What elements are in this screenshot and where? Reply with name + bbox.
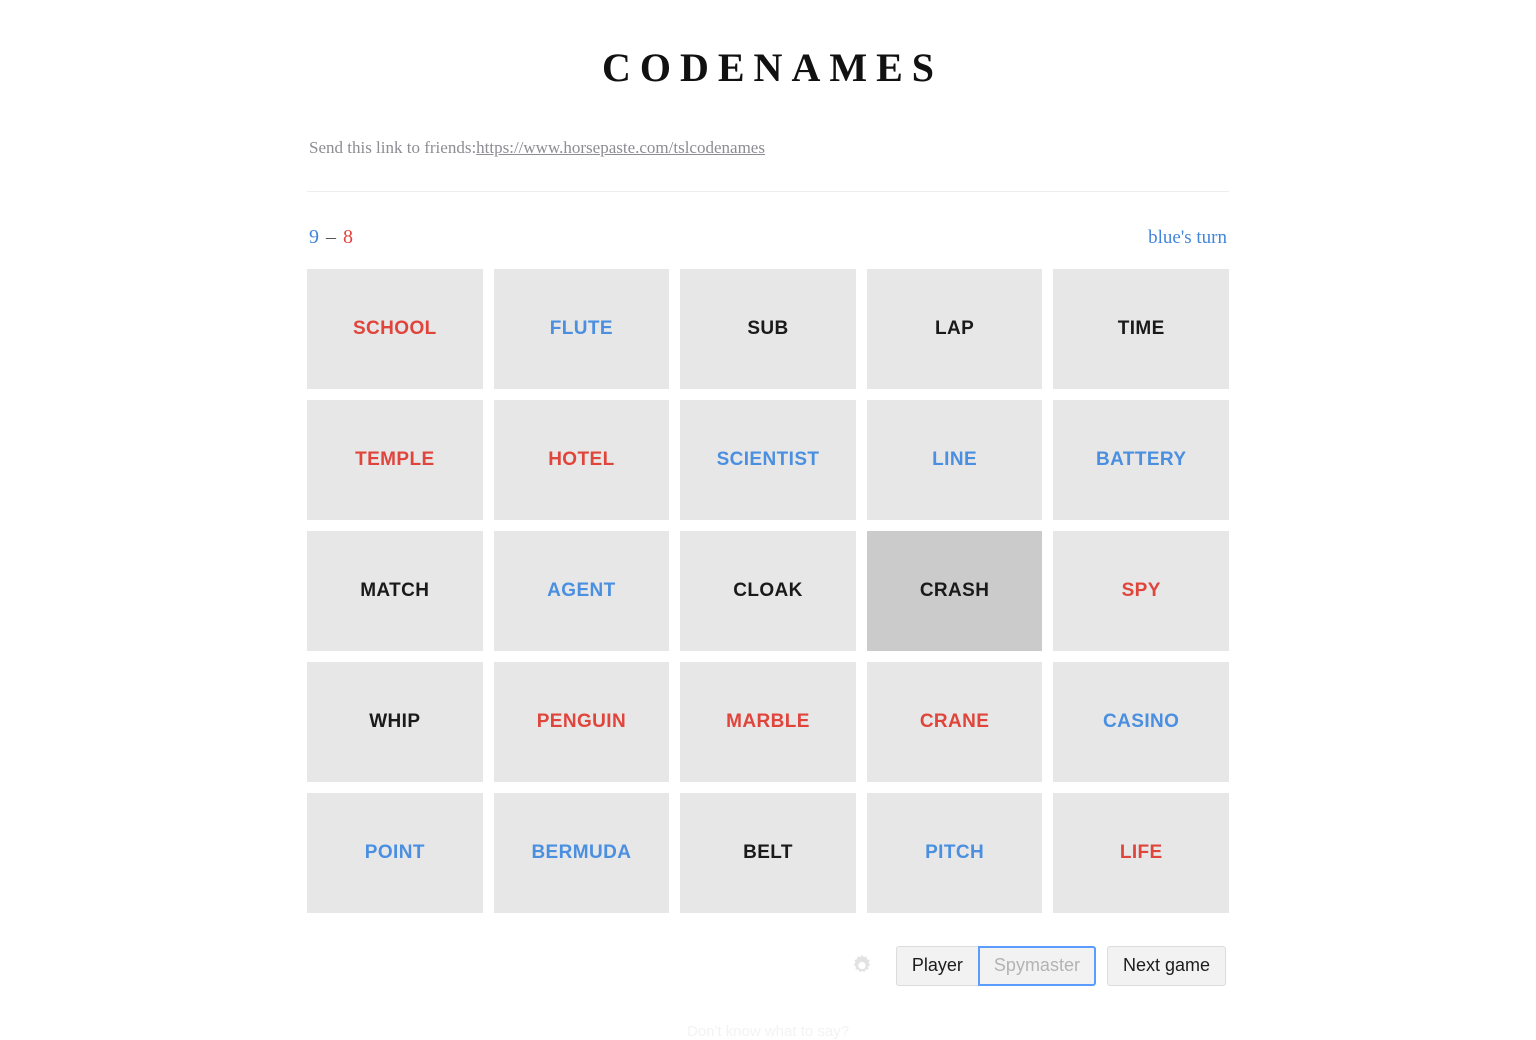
card-bermuda[interactable]: BERMUDA	[493, 793, 670, 913]
player-button[interactable]: Player	[895, 946, 978, 986]
share-link-row: Send this link to friends:https://www.ho…	[307, 138, 1229, 158]
card-cloak[interactable]: CLOAK	[680, 531, 856, 651]
card-battery[interactable]: BATTERY	[1053, 400, 1229, 520]
card-hotel[interactable]: HOTEL	[493, 400, 670, 520]
share-url-link[interactable]: https://www.horsepaste.com/tslcodenames	[476, 138, 765, 157]
controls-bar: Player Spymaster Next game	[307, 946, 1229, 986]
share-label: Send this link to friends:	[309, 138, 477, 157]
card-time[interactable]: TIME	[1053, 269, 1229, 389]
spymaster-button[interactable]: Spymaster	[977, 946, 1096, 986]
card-life[interactable]: LIFE	[1053, 793, 1229, 913]
codenames-board: SCHOOL FLUTE SUB LAP TIME TEMPLE HOTEL SCIENTIS…	[307, 269, 1229, 913]
card-crash[interactable]: CRASH	[866, 531, 1043, 651]
gear-icon[interactable]	[847, 951, 877, 981]
card-match[interactable]: MATCH	[307, 531, 483, 651]
red-score: 8	[343, 226, 354, 248]
card-whip[interactable]: WHIP	[307, 662, 483, 782]
card-agent[interactable]: AGENT	[493, 531, 670, 651]
card-point[interactable]: POINT	[307, 793, 483, 913]
card-temple[interactable]: TEMPLE	[307, 400, 483, 520]
card-school[interactable]: SCHOOL	[307, 269, 483, 389]
page-title: CODENAMES	[601, 45, 944, 90]
codenames-page: CODENAMES Send this link to friends:http…	[0, 0, 1536, 1040]
card-line[interactable]: LINE	[866, 400, 1043, 520]
card-spy[interactable]: SPY	[1053, 531, 1229, 651]
card-pitch[interactable]: PITCH	[866, 793, 1043, 913]
card-sub[interactable]: SUB	[680, 269, 856, 389]
card-penguin[interactable]: PENGUIN	[493, 662, 670, 782]
card-crane[interactable]: CRANE	[866, 662, 1043, 782]
role-toggle-group: Player Spymaster	[895, 946, 1096, 986]
turn-indicator: blue's turn	[1148, 227, 1227, 248]
clipped-footer-text: Don't know what to say?	[686, 1023, 850, 1040]
card-marble[interactable]: MARBLE	[680, 662, 856, 782]
next-game-button[interactable]: Next game	[1106, 946, 1226, 986]
card-casino[interactable]: CASINO	[1053, 662, 1229, 782]
card-flute[interactable]: FLUTE	[493, 269, 670, 389]
score-display: 9–8	[309, 226, 354, 249]
card-scientist[interactable]: SCIENTIST	[680, 400, 856, 520]
content-wrapper: Send this link to friends:https://www.ho…	[307, 91, 1229, 986]
card-belt[interactable]: BELT	[680, 793, 856, 913]
card-lap[interactable]: LAP	[866, 269, 1043, 389]
score-dash: –	[326, 226, 337, 248]
status-row: 9–8 blue's turn	[307, 192, 1229, 249]
blue-score: 9	[309, 226, 320, 248]
